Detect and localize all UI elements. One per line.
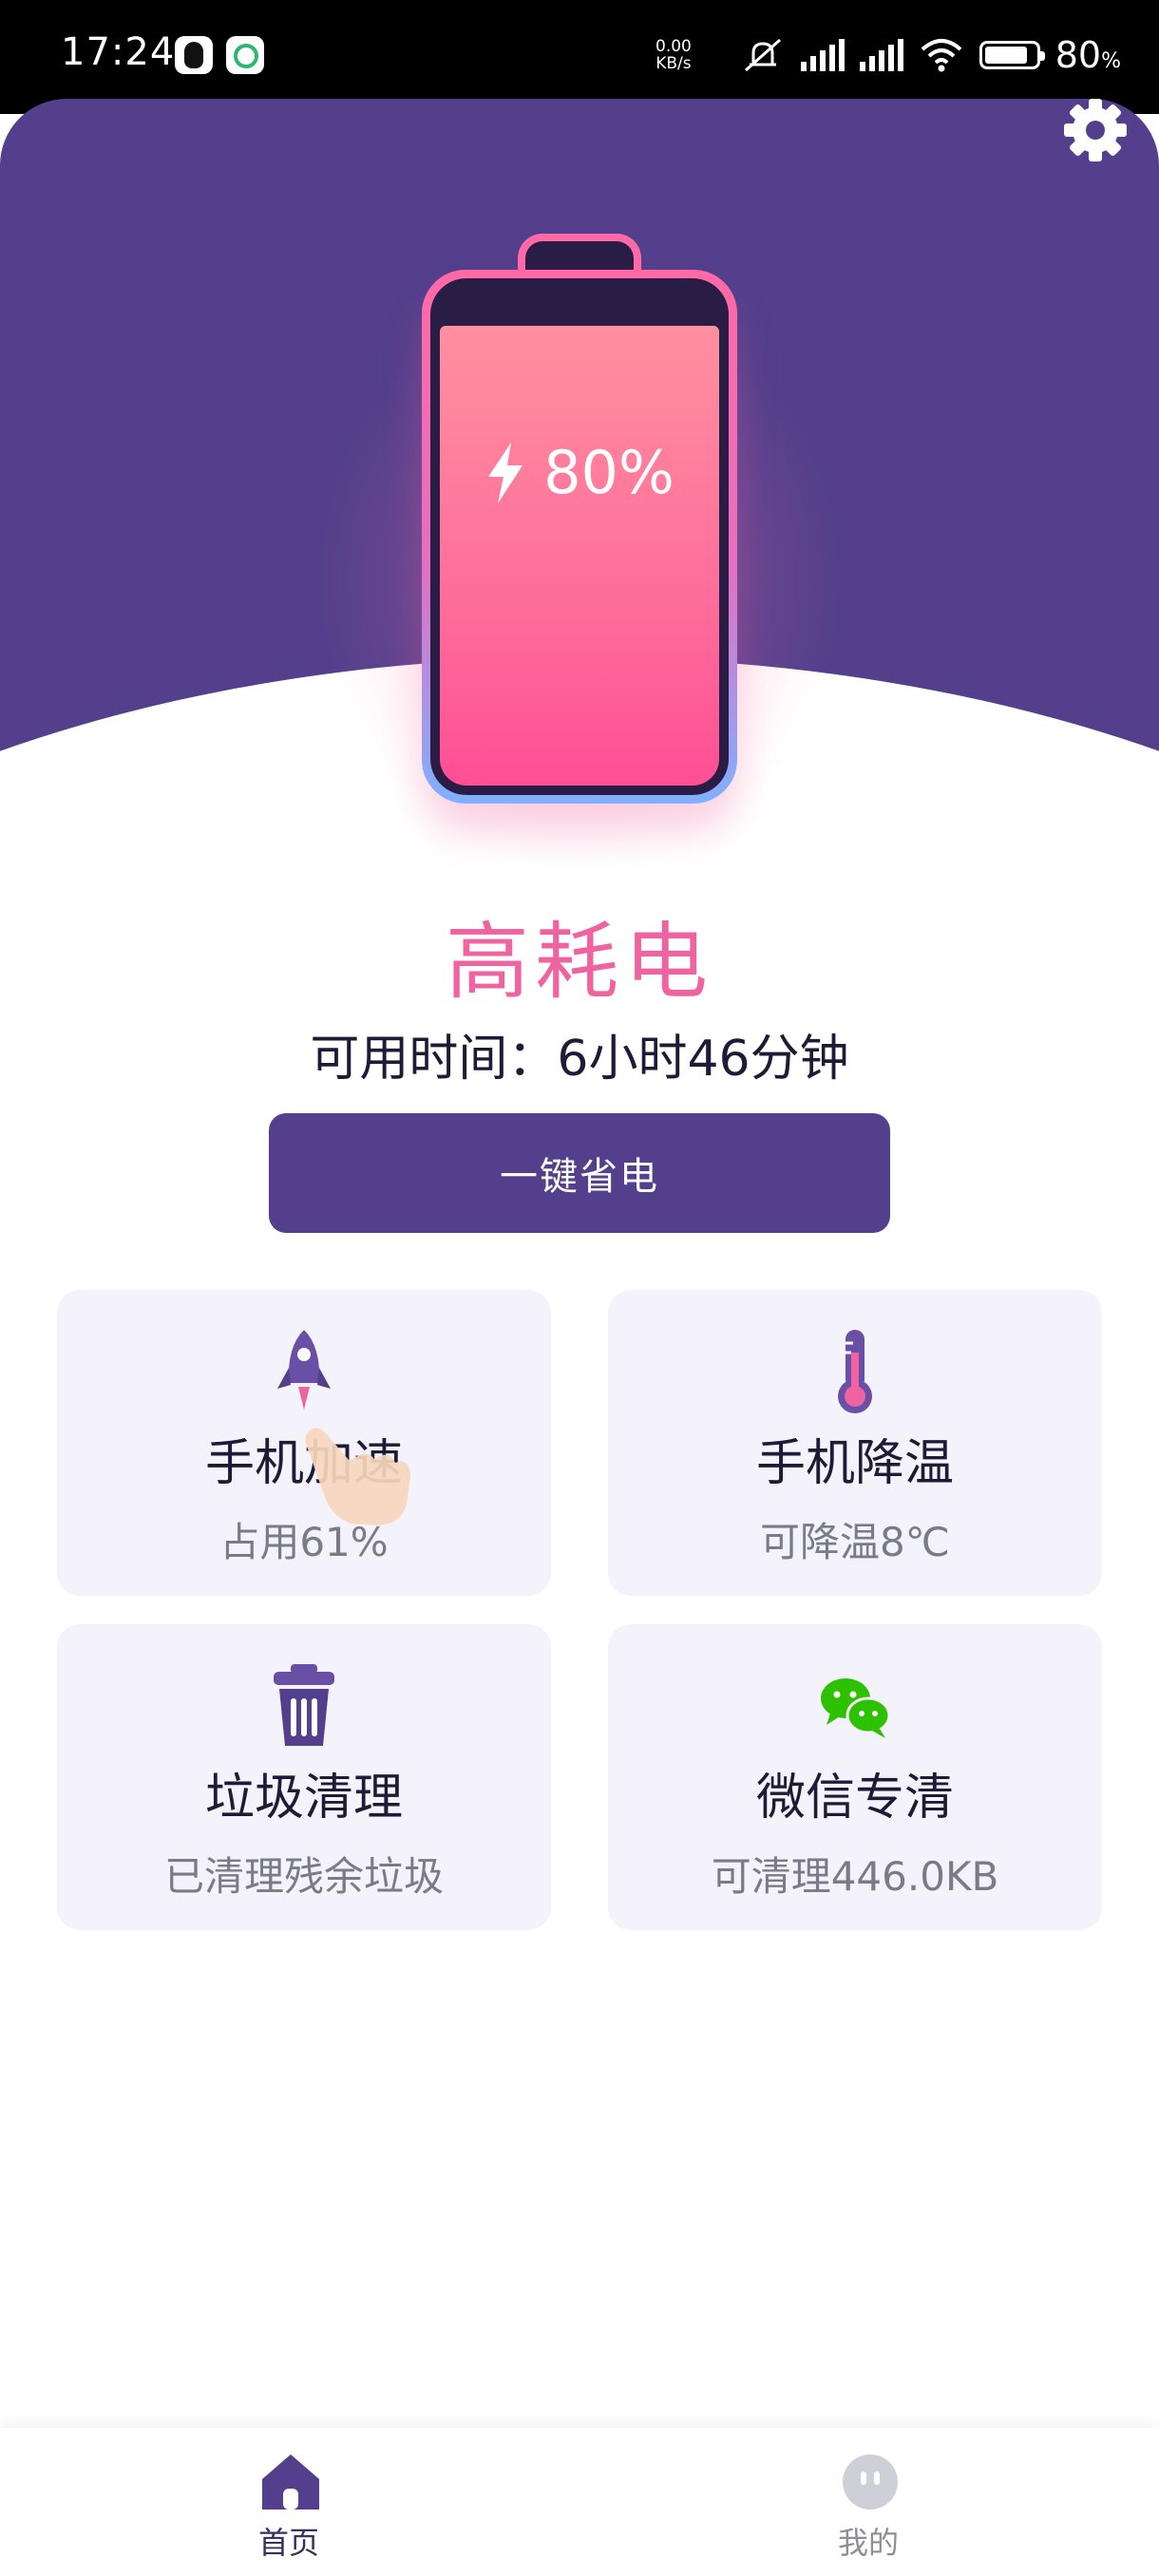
- battery-body: 80%: [422, 270, 737, 804]
- one-key-save-button[interactable]: 一键省电: [269, 1113, 890, 1233]
- battery-illustration: 80%: [422, 234, 737, 804]
- status-bar: 17:24 0.00 KB/s 80%: [0, 0, 1159, 114]
- battery-level-label: 80%: [430, 438, 729, 507]
- wifi-icon: [921, 39, 962, 72]
- battery-percent-text: 80%: [543, 438, 674, 507]
- network-speed-unit: KB/s: [656, 54, 692, 73]
- status-time: 17:24: [61, 30, 176, 74]
- battery-fill: [440, 326, 719, 786]
- power-status-title: 高耗电: [445, 913, 713, 1011]
- card-subtitle: 已清理残余垃圾: [163, 1853, 444, 1900]
- trash-icon: [274, 1664, 334, 1746]
- card-title: 手机降温: [755, 1435, 954, 1492]
- signal-1-icon: [800, 39, 845, 71]
- profile-face-icon: [843, 2454, 898, 2510]
- card-phone-cooling[interactable]: 手机降温 可降温8℃: [608, 1290, 1102, 1596]
- nav-label: 首页: [257, 2525, 319, 2561]
- lightning-icon: [488, 442, 523, 503]
- status-icons: 80%: [740, 27, 1121, 84]
- card-subtitle: 可降温8℃: [760, 1519, 950, 1565]
- thermometer-icon: [838, 1330, 872, 1413]
- battery-icon: [978, 41, 1045, 69]
- card-subtitle: 可清理446.0KB: [711, 1853, 999, 1900]
- mute-bell-icon: [744, 38, 781, 72]
- rocket-icon: [277, 1330, 331, 1410]
- status-battery-percent: 80%: [1054, 34, 1121, 76]
- signal-2-icon: [859, 39, 903, 71]
- nav-item-me[interactable]: 我的: [726, 2428, 1011, 2576]
- bottom-nav: 首页 我的: [0, 2428, 1159, 2576]
- app-notification-icon: [226, 36, 264, 74]
- nav-item-home[interactable]: 首页: [146, 2428, 431, 2576]
- home-icon: [262, 2454, 319, 2510]
- card-wechat-clean[interactable]: 微信专清 可清理446.0KB: [608, 1624, 1102, 1930]
- wechat-icon: [821, 1678, 891, 1738]
- card-junk-clean[interactable]: 垃圾清理 已清理残余垃圾: [57, 1624, 551, 1930]
- gear-icon[interactable]: [1062, 97, 1129, 163]
- card-title: 微信专清: [755, 1770, 954, 1827]
- network-speed-value: 0.00: [656, 37, 692, 56]
- pointing-hand-icon: [305, 1428, 410, 1525]
- card-title: 垃圾清理: [204, 1770, 403, 1827]
- qq-notification-icon: [175, 36, 213, 74]
- network-speed: 0.00 KB/s: [656, 38, 692, 72]
- nav-label: 我的: [837, 2525, 899, 2561]
- available-time: 可用时间：6小时46分钟: [310, 1031, 849, 1088]
